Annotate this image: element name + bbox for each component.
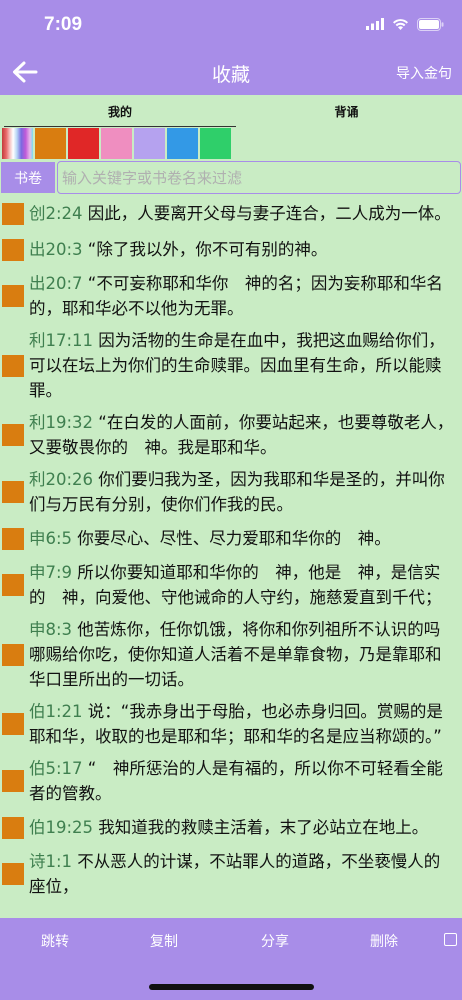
verse-ref: 出20:3 bbox=[29, 240, 83, 259]
color-marker bbox=[2, 770, 24, 792]
verse-text: 创2:24 因此，人要离开父母与妻子连合，二人成为一体。 bbox=[29, 201, 451, 226]
list-item[interactable]: 申6:5 你要尽心、尽性、尽力爱耶和华你的 神。 bbox=[0, 521, 462, 557]
verse-ref: 伯1:21 bbox=[29, 702, 83, 721]
list-item[interactable]: 利17:11 因为活物的生命是在血中，我把这血赐给你们，可以在坛上为你们的生命赎… bbox=[0, 325, 462, 407]
verse-body: 因此，人要离开父母与妻子连合，二人成为一体。 bbox=[82, 204, 451, 223]
color-filter-swatches bbox=[2, 128, 231, 160]
jump-button[interactable]: 跳转 bbox=[15, 931, 95, 951]
home-indicator bbox=[149, 984, 314, 990]
verse-ref: 出20:7 bbox=[29, 274, 83, 293]
verse-ref: 利17:11 bbox=[29, 331, 94, 350]
color-marker bbox=[2, 424, 24, 446]
verse-text: 申6:5 你要尽心、尽性、尽力爱耶和华你的 神。 bbox=[29, 526, 391, 551]
signal-icon bbox=[366, 18, 384, 30]
swatch-lavender[interactable] bbox=[134, 128, 165, 159]
verse-body: 说：“我赤身出于母胎，也必赤身归回。赏赐的是耶和华，收取的也是耶和华；耶和华的名… bbox=[29, 702, 443, 746]
color-marker bbox=[2, 713, 24, 735]
verse-ref: 申6:5 bbox=[29, 529, 73, 548]
share-button[interactable]: 分享 bbox=[235, 931, 315, 951]
verse-body: “不可妄称耶和华你 神的名；因为妄称耶和华名的，耶和华必不以他为无罪。 bbox=[29, 274, 443, 318]
verse-ref: 利19:32 bbox=[29, 413, 94, 432]
tab-indicator bbox=[4, 126, 236, 127]
list-item[interactable]: 伯19:25 我知道我的救赎主活着，末了必站立在地上。 bbox=[0, 810, 462, 846]
verse-body: “在白发的人面前，你要站起来，也要尊敬老人，又要敬畏你的 神。我是耶和华。 bbox=[29, 413, 454, 457]
select-all-checkbox[interactable] bbox=[444, 933, 457, 946]
verse-list[interactable]: 创2:24 因此，人要离开父母与妻子连合，二人成为一体。 出20:3 “除了我以… bbox=[0, 196, 462, 918]
swatch-green[interactable] bbox=[200, 128, 231, 159]
color-marker bbox=[2, 527, 24, 550]
verse-text: 伯1:21 说：“我赤身出于母胎，也必赤身归回。赏赐的是耶和华，收取的也是耶和华… bbox=[29, 699, 456, 749]
list-item[interactable]: 申7:9 所以你要知道耶和华你的 神，他是 神，是信实的 神，向爱他、守他诫命的… bbox=[0, 557, 462, 614]
color-marker bbox=[2, 285, 24, 307]
book-filter-button[interactable]: 书卷 bbox=[1, 162, 55, 193]
tab-mine[interactable]: 我的 bbox=[0, 103, 240, 120]
color-marker bbox=[2, 202, 24, 225]
verse-ref: 伯5:17 bbox=[29, 759, 83, 778]
verse-text: 利19:32 “在白发的人面前，你要站起来，也要尊敬老人，又要敬畏你的 神。我是… bbox=[29, 410, 456, 460]
color-marker bbox=[2, 643, 24, 666]
page-title: 收藏 bbox=[211, 64, 250, 86]
list-item[interactable]: 出20:3 “除了我以外，你不可有别的神。 bbox=[0, 232, 462, 268]
verse-body: 不从恶人的计谋，不站罪人的道路，不坐亵慢人的座位， bbox=[29, 852, 441, 896]
verse-text: 利20:26 你们要归我为圣，因为我耶和华是圣的，并叫你们与万民有分别，使你们作… bbox=[29, 467, 456, 517]
verse-text: 利17:11 因为活物的生命是在血中，我把这血赐给你们，可以在坛上为你们的生命赎… bbox=[29, 328, 456, 403]
verse-ref: 伯19:25 bbox=[29, 818, 94, 837]
import-quotes-button[interactable]: 导入金句 bbox=[396, 63, 452, 83]
color-marker bbox=[2, 574, 24, 596]
list-item[interactable]: 伯5:17 “ 神所惩治的人是有福的，所以你不可轻看全能者的管教。 bbox=[0, 753, 462, 810]
copy-button[interactable]: 复制 bbox=[124, 931, 204, 951]
wifi-icon bbox=[393, 19, 408, 30]
color-marker bbox=[2, 816, 24, 839]
verse-ref: 利20:26 bbox=[29, 470, 94, 489]
swatch-red[interactable] bbox=[68, 128, 99, 159]
verse-body: 所以你要知道耶和华你的 神，他是 神，是信实的 神，向爱他、守他诫命的人守约，施… bbox=[29, 563, 442, 607]
filter-row: 书卷 bbox=[0, 161, 462, 194]
list-item[interactable]: 伯1:21 说：“我赤身出于母胎，也必赤身归回。赏赐的是耶和华，收取的也是耶和华… bbox=[0, 696, 462, 753]
verse-text: 伯5:17 “ 神所惩治的人是有福的，所以你不可轻看全能者的管教。 bbox=[29, 756, 456, 806]
color-marker bbox=[2, 481, 24, 503]
verse-ref: 申8:3 bbox=[29, 620, 73, 639]
filter-input[interactable] bbox=[57, 161, 461, 194]
bottom-toolbar: 跳转 复制 分享 删除 bbox=[0, 918, 462, 1000]
color-marker bbox=[2, 863, 24, 885]
verse-body: 他苦炼你，任你饥饿，将你和你列祖所不认识的吗哪赐给你吃，使你知道人活着不是单靠食… bbox=[29, 620, 442, 689]
list-item[interactable]: 诗1:1 不从恶人的计谋，不站罪人的道路，不坐亵慢人的座位， bbox=[0, 846, 462, 903]
status-icons bbox=[366, 14, 444, 34]
app-header: 7:09 收藏 导入金句 bbox=[0, 0, 462, 95]
status-time: 7:09 bbox=[44, 14, 83, 35]
tab-recite[interactable]: 背诵 bbox=[231, 103, 462, 120]
verse-text: 出20:3 “除了我以外，你不可有别的神。 bbox=[29, 237, 327, 262]
swatch-blue[interactable] bbox=[167, 128, 198, 159]
swatch-orange[interactable] bbox=[35, 128, 66, 159]
battery-icon bbox=[417, 17, 444, 31]
verse-text: 诗1:1 不从恶人的计谋，不站罪人的道路，不坐亵慢人的座位， bbox=[29, 849, 456, 899]
verse-body: 你要尽心、尽性、尽力爱耶和华你的 神。 bbox=[72, 529, 391, 548]
list-item[interactable]: 利20:26 你们要归我为圣，因为我耶和华是圣的，并叫你们与万民有分别，使你们作… bbox=[0, 464, 462, 521]
verse-text: 申8:3 他苦炼你，任你饥饿，将你和你列祖所不认识的吗哪赐给你吃，使你知道人活着… bbox=[29, 617, 456, 692]
color-marker bbox=[2, 238, 24, 261]
list-item[interactable]: 出20:7 “不可妄称耶和华你 神的名；因为妄称耶和华名的，耶和华必不以他为无罪… bbox=[0, 268, 462, 325]
swatch-pink[interactable] bbox=[101, 128, 132, 159]
verse-body: “ 神所惩治的人是有福的，所以你不可轻看全能者的管教。 bbox=[29, 759, 443, 803]
verse-text: 申7:9 所以你要知道耶和华你的 神，他是 神，是信实的 神，向爱他、守他诫命的… bbox=[29, 560, 456, 610]
verse-ref: 创2:24 bbox=[29, 204, 83, 223]
verse-text: 出20:7 “不可妄称耶和华你 神的名；因为妄称耶和华名的，耶和华必不以他为无罪… bbox=[29, 271, 456, 321]
list-item[interactable]: 创2:24 因此，人要离开父母与妻子连合，二人成为一体。 bbox=[0, 196, 462, 232]
verse-body: 我知道我的救赎主活着，末了必站立在地上。 bbox=[93, 818, 429, 837]
color-marker bbox=[2, 354, 24, 377]
swatch-all[interactable] bbox=[2, 128, 33, 159]
list-item[interactable]: 申8:3 他苦炼你，任你饥饿，将你和你列祖所不认识的吗哪赐给你吃，使你知道人活着… bbox=[0, 614, 462, 696]
verse-ref: 诗1:1 bbox=[29, 852, 73, 871]
verse-body: “除了我以外，你不可有别的神。 bbox=[82, 240, 328, 259]
list-item[interactable]: 利19:32 “在白发的人面前，你要站起来，也要尊敬老人，又要敬畏你的 神。我是… bbox=[0, 407, 462, 464]
verse-ref: 申7:9 bbox=[29, 563, 73, 582]
delete-button[interactable]: 删除 bbox=[344, 931, 424, 951]
tab-bar: 我的 背诵 bbox=[0, 95, 462, 125]
verse-text: 伯19:25 我知道我的救赎主活着，末了必站立在地上。 bbox=[29, 815, 428, 840]
